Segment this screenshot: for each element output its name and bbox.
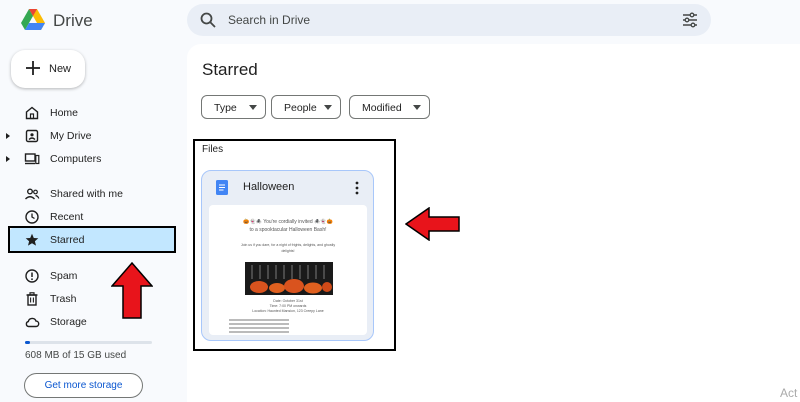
sidebar-item-computers[interactable]: Computers <box>6 147 176 171</box>
preview-heading-line1: 🎃👻🕷️ You're cordially invited 🕷️👻🎃 <box>243 219 333 225</box>
preview-bullet-lines <box>229 319 289 335</box>
files-section-label: Files <box>202 144 224 155</box>
sidebar-item-label: Computers <box>50 153 102 165</box>
sidebar-item-label: Shared with me <box>50 188 123 200</box>
sidebar-item-label: Home <box>50 107 79 119</box>
search-bar[interactable]: Search in Drive <box>187 4 711 36</box>
storage-usage-text: 608 MB of 15 GB used <box>25 350 127 361</box>
spam-icon <box>25 269 39 283</box>
pumpkin-scene-icon <box>245 262 333 295</box>
page-title: Starred <box>202 60 258 79</box>
filter-label: Type <box>214 102 237 114</box>
filter-label: People <box>284 102 317 114</box>
storage-progress-bar <box>25 341 152 344</box>
preview-location: Location: Haunted Mansion, 123 Creepy La… <box>252 309 324 313</box>
trash-icon <box>26 292 38 306</box>
google-docs-icon <box>216 180 228 195</box>
sidebar-item-label: Trash <box>50 293 77 305</box>
preview-heading-line2: to a spooktacular Halloween Bash! <box>249 227 327 233</box>
dropdown-arrow-icon <box>249 105 257 110</box>
dropdown-arrow-icon <box>413 105 421 110</box>
activation-watermark: Act <box>780 386 798 400</box>
shared-icon <box>25 188 40 200</box>
get-more-storage-button[interactable]: Get more storage <box>24 373 143 398</box>
brand-name[interactable]: Drive <box>53 11 93 31</box>
search-input[interactable]: Search in Drive <box>228 13 310 27</box>
filter-people[interactable]: People <box>271 95 341 119</box>
sidebar-item-label: Spam <box>50 270 78 282</box>
red-arrow-up-annotation <box>111 262 153 319</box>
filter-modified[interactable]: Modified <box>349 95 430 119</box>
preview-pumpkin-image <box>245 262 333 295</box>
sidebar-item-label: Storage <box>50 316 87 328</box>
file-preview-thumbnail[interactable]: 🎃👻🕷️ You're cordially invited 🕷️👻🎃 to a … <box>209 205 367 335</box>
computers-icon <box>24 153 40 165</box>
my-drive-icon <box>25 129 39 143</box>
sidebar-item-label: My Drive <box>50 130 92 142</box>
expand-caret-icon[interactable] <box>4 154 12 164</box>
more-options-icon[interactable] <box>354 180 360 196</box>
preview-time: Time: 7:00 PM onwards <box>269 304 307 308</box>
cloud-icon <box>25 317 40 328</box>
drive-logo-icon[interactable] <box>20 7 46 33</box>
preview-intro-line2: delights! <box>281 249 295 253</box>
dropdown-arrow-icon <box>324 105 332 110</box>
sidebar-item-my-drive[interactable]: My Drive <box>6 124 176 148</box>
file-name[interactable]: Halloween <box>243 181 294 193</box>
red-arrow-left-annotation <box>405 207 460 241</box>
file-card-halloween[interactable]: Halloween 🎃👻🕷️ You're cordially invited … <box>201 170 374 341</box>
search-options-icon[interactable] <box>681 11 699 29</box>
new-button[interactable]: New <box>11 50 85 88</box>
search-icon[interactable] <box>199 11 217 29</box>
home-icon <box>25 106 39 120</box>
storage-progress-fill <box>25 341 31 344</box>
sidebar-item-home[interactable]: Home <box>10 101 176 125</box>
preview-intro-line1: Join us if you dare, for a night of frig… <box>240 243 336 247</box>
sidebar-item-shared-with-me[interactable]: Shared with me <box>10 182 176 206</box>
highlight-box-starred <box>8 226 176 253</box>
sidebar-item-label: Recent <box>50 211 84 223</box>
new-button-label: New <box>49 63 72 75</box>
preview-date: Date: October 31st <box>273 299 303 303</box>
filter-label: Modified <box>362 102 402 114</box>
expand-caret-icon[interactable] <box>4 131 12 141</box>
clock-icon <box>25 210 39 224</box>
plus-icon <box>26 61 40 75</box>
filter-type[interactable]: Type <box>201 95 266 119</box>
